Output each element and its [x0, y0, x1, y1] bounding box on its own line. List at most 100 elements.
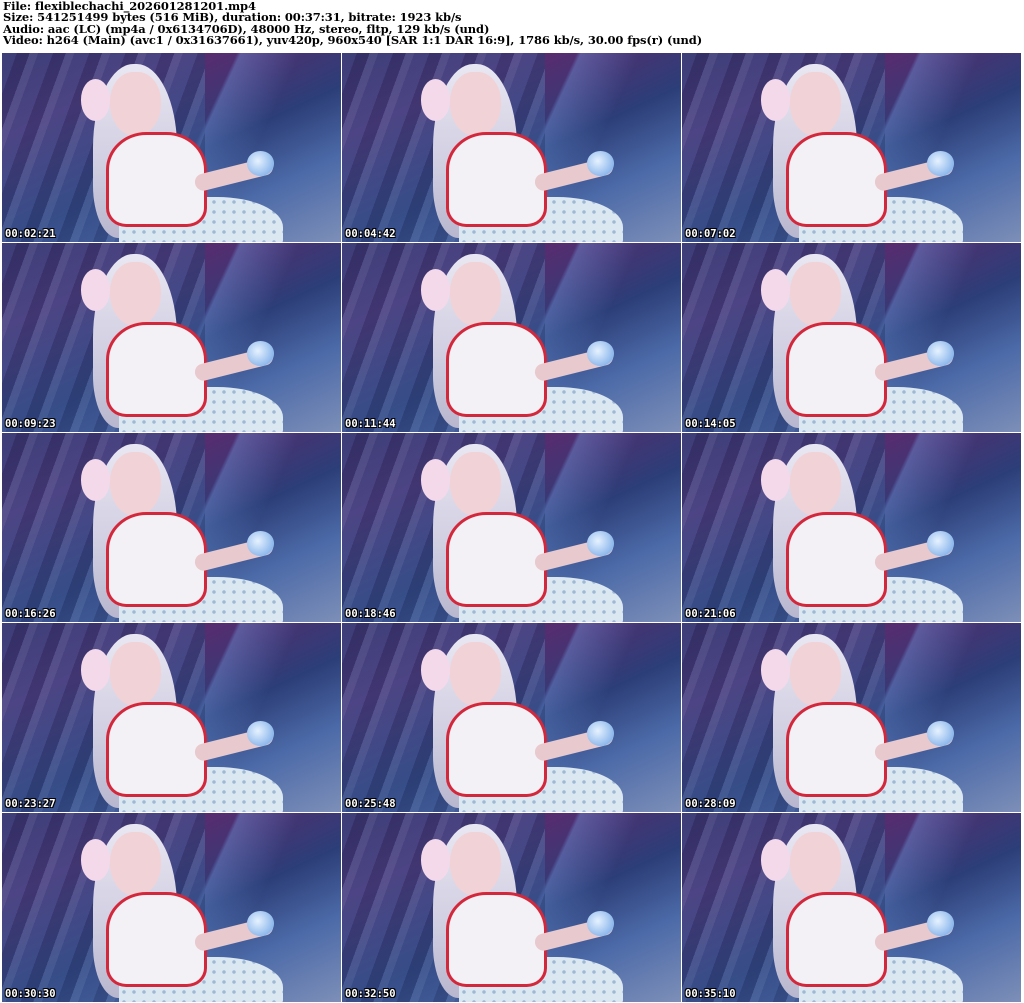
handheld-object-shape [586, 151, 615, 176]
handheld-object-shape [246, 721, 275, 746]
thumbnail-timestamp: 00:16:26 [5, 608, 56, 620]
thumbnail-frame-image [417, 64, 627, 242]
thumbnail-frame-image [417, 254, 627, 432]
top-shape [786, 892, 887, 987]
top-shape [106, 702, 207, 797]
face-shape [110, 451, 161, 517]
earmuff-shape [80, 79, 111, 122]
thumbnail-timestamp: 00:21:06 [685, 608, 736, 620]
face-shape [450, 261, 501, 327]
thumbnail-timestamp: 00:18:46 [345, 608, 396, 620]
thumbnail-timestamp: 00:11:44 [345, 418, 396, 430]
video-thumbnail: 00:21:06 [682, 433, 1021, 622]
thumbnail-frame-image [757, 634, 967, 812]
top-shape [106, 132, 207, 227]
face-shape [450, 71, 501, 137]
video-thumbnail: 00:11:44 [342, 243, 681, 432]
handheld-object-shape [926, 151, 955, 176]
thumbnail-frame-image [757, 444, 967, 622]
earmuff-shape [420, 459, 451, 502]
thumbnail-timestamp: 00:04:42 [345, 228, 396, 240]
face-shape [110, 71, 161, 137]
thumbnail-frame-image [77, 254, 287, 432]
thumbnail-timestamp: 00:35:10 [685, 988, 736, 1000]
earmuff-shape [80, 649, 111, 692]
thumbnail-frame-image [77, 634, 287, 812]
face-shape [110, 641, 161, 707]
face-shape [790, 831, 841, 897]
top-shape [106, 512, 207, 607]
thumbnail-frame-image [757, 254, 967, 432]
top-shape [786, 322, 887, 417]
video-thumbnail: 00:25:48 [342, 623, 681, 812]
face-shape [110, 261, 161, 327]
thumbnail-frame-image [417, 824, 627, 1002]
thumbnail-timestamp: 00:14:05 [685, 418, 736, 430]
top-shape [106, 322, 207, 417]
earmuff-shape [80, 269, 111, 312]
handheld-object-shape [246, 911, 275, 936]
video-thumbnail: 00:35:10 [682, 813, 1021, 1002]
face-shape [450, 831, 501, 897]
thumbnail-timestamp: 00:07:02 [685, 228, 736, 240]
thumbnail-frame-image [757, 64, 967, 242]
thumbnail-timestamp: 00:02:21 [5, 228, 56, 240]
earmuff-shape [760, 269, 791, 312]
thumbnail-grid: 00:02:21 00:04:42 00:07:02 00:09:23 00:11:44… [2, 53, 1022, 1003]
thumbnail-timestamp: 00:32:50 [345, 988, 396, 1000]
thumbnail-frame-image [417, 634, 627, 812]
handheld-object-shape [246, 151, 275, 176]
thumbnail-frame-image [77, 824, 287, 1002]
handheld-object-shape [926, 721, 955, 746]
earmuff-shape [420, 839, 451, 882]
face-shape [790, 261, 841, 327]
handheld-object-shape [246, 531, 275, 556]
top-shape [786, 702, 887, 797]
handheld-object-shape [926, 341, 955, 366]
top-shape [446, 132, 547, 227]
video-thumbnail: 00:32:50 [342, 813, 681, 1002]
top-shape [446, 512, 547, 607]
handheld-object-shape [246, 341, 275, 366]
video-thumbnail: 00:02:21 [2, 53, 341, 242]
video-thumbnail: 00:30:30 [2, 813, 341, 1002]
earmuff-shape [760, 459, 791, 502]
handheld-object-shape [926, 531, 955, 556]
video-info-line: Video: h264 (Main) (avc1 / 0x31637661), … [3, 33, 703, 48]
earmuff-shape [420, 649, 451, 692]
video-thumbnail: 00:14:05 [682, 243, 1021, 432]
top-shape [786, 132, 887, 227]
top-shape [446, 322, 547, 417]
video-thumbnail: 00:23:27 [2, 623, 341, 812]
video-thumbnail: 00:04:42 [342, 53, 681, 242]
thumbnail-timestamp: 00:09:23 [5, 418, 56, 430]
handheld-object-shape [926, 911, 955, 936]
face-shape [110, 831, 161, 897]
thumbnail-frame-image [77, 444, 287, 622]
thumbnail-frame-image [77, 64, 287, 242]
face-shape [790, 71, 841, 137]
earmuff-shape [760, 649, 791, 692]
video-thumbnail: 00:09:23 [2, 243, 341, 432]
handheld-object-shape [586, 721, 615, 746]
top-shape [446, 892, 547, 987]
video-thumbnail: 00:18:46 [342, 433, 681, 622]
handheld-object-shape [586, 531, 615, 556]
face-shape [790, 451, 841, 517]
thumbnail-timestamp: 00:25:48 [345, 798, 396, 810]
video-thumbnail: 00:07:02 [682, 53, 1021, 242]
earmuff-shape [80, 839, 111, 882]
earmuff-shape [420, 269, 451, 312]
thumbnail-frame-image [417, 444, 627, 622]
earmuff-shape [420, 79, 451, 122]
top-shape [786, 512, 887, 607]
thumbnail-timestamp: 00:23:27 [5, 798, 56, 810]
earmuff-shape [760, 839, 791, 882]
earmuff-shape [80, 459, 111, 502]
thumbnail-frame-image [757, 824, 967, 1002]
video-thumbnail: 00:28:09 [682, 623, 1021, 812]
top-shape [106, 892, 207, 987]
face-shape [450, 451, 501, 517]
face-shape [790, 641, 841, 707]
face-shape [450, 641, 501, 707]
